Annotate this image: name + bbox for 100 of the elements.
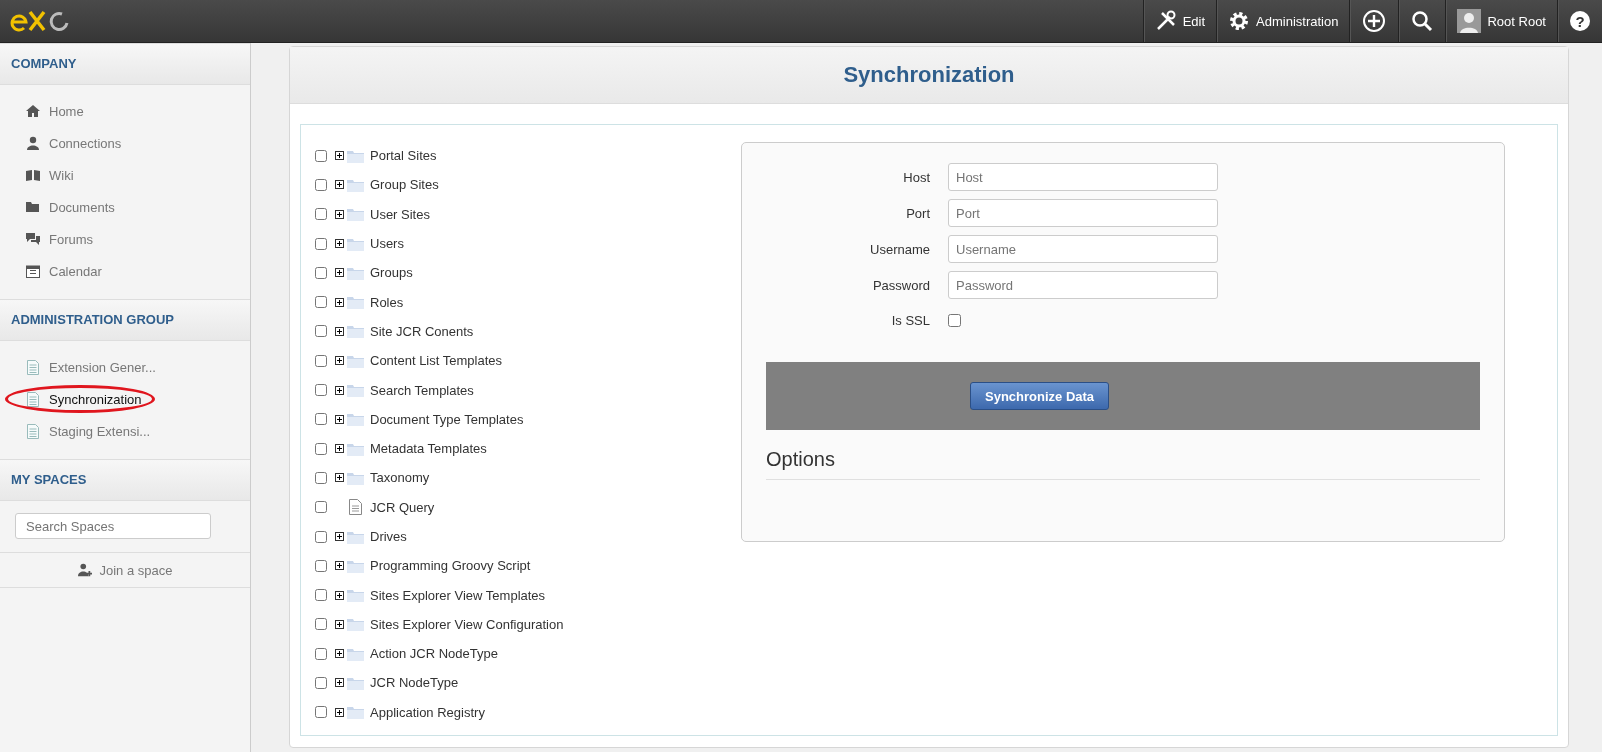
expand-icon[interactable] [335,356,344,366]
sidebar-item[interactable]: Extension Gener... [0,351,250,383]
checkbox[interactable] [315,208,327,221]
checkbox[interactable] [315,471,327,484]
tree-item-label[interactable]: Content List Templates [370,353,502,369]
input-field[interactable]: Host [948,163,1218,191]
folder-icon [347,412,364,427]
sidebar-item[interactable]: Calendar [0,255,250,287]
sidebar-item[interactable]: Synchronization [0,383,250,415]
tree-item-label[interactable]: User Sites [370,206,430,222]
checkbox[interactable] [315,706,327,719]
checkbox[interactable] [315,559,327,572]
tree-item-label[interactable]: Programming Groovy Script [370,558,531,574]
sidebar-item[interactable]: Staging Extensi... [0,415,250,447]
tree-item-label[interactable]: Groups [370,265,413,281]
folder-icon [347,236,364,251]
tree-item-label[interactable]: Sites Explorer View Templates [370,587,546,603]
checkbox[interactable] [315,677,327,689]
expand-icon[interactable] [335,209,344,219]
sidebar-item[interactable]: Wiki [0,159,250,191]
tree-item-label[interactable]: Document Type Templates [370,411,524,427]
folder-icon [347,353,364,368]
checkbox[interactable] [315,530,327,543]
tree-item-label[interactable]: JCR Query [370,499,435,515]
expand-icon[interactable] [335,473,344,483]
expand-icon[interactable] [335,414,344,424]
checkbox[interactable] [315,442,327,455]
gear-icon [1228,10,1251,32]
checkbox[interactable] [315,413,327,426]
folder-icon [347,148,364,163]
checkbox[interactable] [315,501,327,514]
folder-icon [347,207,364,222]
checkbox[interactable] [315,325,327,338]
expand-icon[interactable] [335,444,344,454]
folder-icon [347,676,364,690]
checkbox[interactable] [315,618,327,631]
expand-icon[interactable] [335,678,344,688]
tree-item-label[interactable]: Portal Sites [370,148,437,164]
tree-item-label[interactable]: Users [370,236,404,252]
sidebar-item[interactable]: Connections [0,127,250,159]
checkbox[interactable] [315,354,327,367]
checkbox[interactable] [315,149,327,162]
user-menu[interactable]: Root Root [1445,0,1557,42]
expand-icon[interactable] [335,151,344,161]
expand-icon[interactable] [335,297,344,307]
sidebar-item[interactable]: Forums [0,223,250,255]
tree-item-label[interactable]: Drives [370,529,407,544]
sidebar-item[interactable]: Documents [0,191,250,223]
admin-menu[interactable]: Administration [1216,0,1350,42]
checkbox[interactable] [315,647,327,660]
checkbox[interactable] [315,266,327,279]
expand-icon[interactable] [335,268,344,278]
checkbox[interactable] [315,384,327,396]
synchronize-button[interactable]: Synchronize Data [970,382,1110,410]
tree-item-label[interactable]: Site JCR Conents [370,323,474,339]
tree-item-label[interactable]: Metadata Templates [370,441,487,457]
tree-item-label[interactable]: Roles [370,294,404,310]
expand-icon[interactable] [335,649,344,659]
tree-item-label[interactable]: Sites Explorer View Configuration [370,616,564,632]
expand-icon[interactable] [335,180,344,190]
edit-menu[interactable]: Edit [1142,0,1217,42]
folder-icon [347,470,364,485]
calendar-icon [26,264,40,278]
folder-icon [347,705,364,720]
expand-icon[interactable] [335,707,344,717]
home-icon [26,104,40,118]
tree-item-label[interactable]: Search Templates [370,382,474,398]
checkbox[interactable] [315,178,327,191]
folder-icon [347,441,364,456]
sidebar-item[interactable]: Home [0,95,250,127]
input-field[interactable]: Username [948,235,1218,263]
input-field[interactable]: Port [948,199,1218,227]
plus-circle-icon[interactable] [1362,9,1387,33]
expand-icon[interactable] [335,619,344,629]
page-title: Synchronization [843,62,1015,88]
expand-icon[interactable] [335,590,344,600]
tree-item-label[interactable]: Action JCR NodeType [370,646,498,662]
avatar-icon [1457,9,1482,33]
help-button[interactable]: ? [1570,11,1590,31]
document-icon [26,391,40,407]
checkbox[interactable] [315,296,327,309]
search-icon[interactable] [1411,10,1434,32]
folder-icon [347,177,364,192]
expand-icon[interactable] [335,385,344,395]
tree-item-label[interactable]: Application Registry [370,704,485,720]
input-field[interactable]: Password [948,271,1218,299]
folder-icon [347,646,364,661]
tree-item-label[interactable]: Taxonomy [370,470,430,486]
checkbox[interactable] [315,589,327,602]
field-label: Username [869,241,931,257]
ssl-checkbox[interactable] [948,314,961,327]
checkbox[interactable] [315,237,327,250]
expand-icon[interactable] [335,326,344,336]
expand-icon[interactable] [335,561,344,571]
search-spaces-field[interactable]: Search Spaces [15,513,211,539]
join-space-link[interactable]: Join a space [0,552,250,588]
expand-icon[interactable] [335,532,344,541]
expand-icon[interactable] [335,239,344,249]
tree-item-label[interactable]: Group Sites [370,177,439,193]
tree-item-label[interactable]: JCR NodeType [370,675,459,691]
